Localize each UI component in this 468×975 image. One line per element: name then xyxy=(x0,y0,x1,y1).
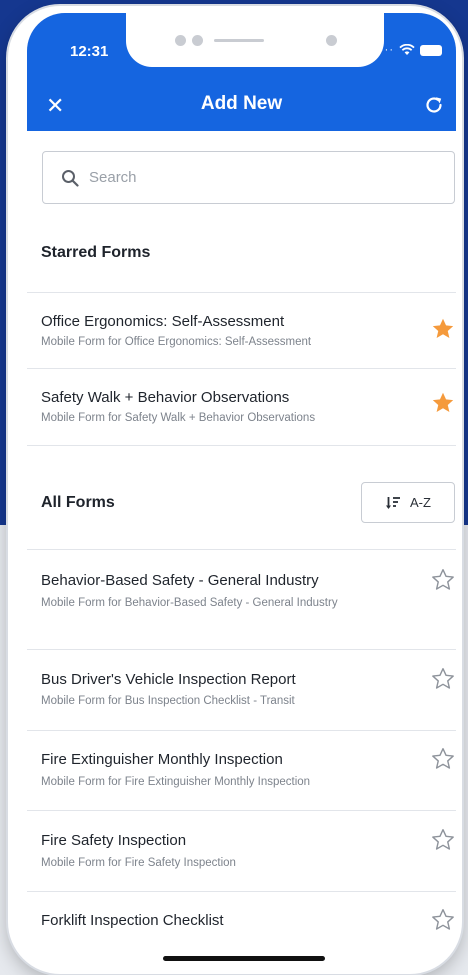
form-subtitle: Mobile Form for Fire Safety Inspection xyxy=(41,857,236,869)
divider xyxy=(27,445,456,446)
notch-dot xyxy=(192,35,203,46)
star-outline-icon[interactable] xyxy=(430,666,456,692)
form-subtitle: Mobile Form for Bus Inspection Checklist… xyxy=(41,695,295,707)
form-list-item[interactable]: Bus Driver's Vehicle Inspection Report M… xyxy=(27,650,456,730)
notch-dot xyxy=(326,35,337,46)
form-title: Behavior-Based Safety - General Industry xyxy=(41,572,319,589)
star-filled-icon[interactable] xyxy=(430,390,456,416)
refresh-button[interactable] xyxy=(422,93,446,117)
home-indicator[interactable] xyxy=(163,956,325,961)
device-notch xyxy=(126,13,384,67)
refresh-icon xyxy=(426,97,442,113)
search-icon xyxy=(62,169,79,187)
all-forms-heading: All Forms xyxy=(41,494,115,511)
form-subtitle: Mobile Form for Safety Walk + Behavior O… xyxy=(41,412,316,424)
form-subtitle: Mobile Form for Behavior-Based Safety - … xyxy=(41,597,338,609)
star-outline-icon[interactable] xyxy=(430,746,456,772)
starred-forms-heading: Starred Forms xyxy=(41,244,151,261)
form-title: Bus Driver's Vehicle Inspection Report xyxy=(41,671,296,688)
form-list-item[interactable]: Fire Safety Inspection Mobile Form for F… xyxy=(27,811,456,891)
notch-line xyxy=(214,39,264,42)
form-title: Forklift Inspection Checklist xyxy=(41,912,224,929)
notch-dot xyxy=(175,35,186,46)
app-screen: 12:31 ···· ✕ Add New Search Starred Form… xyxy=(27,13,456,948)
page-title: Add New xyxy=(200,93,283,114)
sort-label: A-Z xyxy=(410,495,431,510)
starred-form-item[interactable]: Office Ergonomics: Self-Assessment Mobil… xyxy=(27,293,456,368)
search-box[interactable] xyxy=(42,151,455,204)
sort-descending-icon xyxy=(386,496,401,509)
star-outline-icon[interactable] xyxy=(430,907,456,933)
form-subtitle: Mobile Form for Office Ergonomics: Self-… xyxy=(41,336,312,348)
form-subtitle: Mobile Form for Fire Extinguisher Monthl… xyxy=(41,776,311,788)
star-filled-icon[interactable] xyxy=(430,316,456,342)
starred-form-item[interactable]: Safety Walk + Behavior Observations Mobi… xyxy=(27,369,456,445)
sort-button[interactable]: A-Z xyxy=(361,482,455,523)
app-bar: 12:31 ···· ✕ Add New xyxy=(27,13,456,131)
form-title: Office Ergonomics: Self-Assessment xyxy=(41,313,285,330)
status-time: 12:31 xyxy=(70,43,109,60)
form-list-item[interactable]: Forklift Inspection Checklist xyxy=(27,892,456,948)
search-input[interactable] xyxy=(89,169,409,186)
status-icons: ···· xyxy=(375,44,442,56)
form-title: Safety Walk + Behavior Observations xyxy=(41,389,290,406)
star-outline-icon[interactable] xyxy=(430,567,456,593)
form-title: Fire Safety Inspection xyxy=(41,832,187,849)
star-outline-icon[interactable] xyxy=(430,827,456,853)
form-title: Fire Extinguisher Monthly Inspection xyxy=(41,751,283,768)
phone-frame: 12:31 ···· ✕ Add New Search Starred Form… xyxy=(8,6,462,974)
form-list-item[interactable]: Behavior-Based Safety - General Industry… xyxy=(27,550,456,649)
battery-icon xyxy=(420,44,442,56)
form-list-item[interactable]: Fire Extinguisher Monthly Inspection Mob… xyxy=(27,731,456,810)
wifi-icon xyxy=(399,44,415,55)
signal-icon: ···· xyxy=(375,44,394,56)
